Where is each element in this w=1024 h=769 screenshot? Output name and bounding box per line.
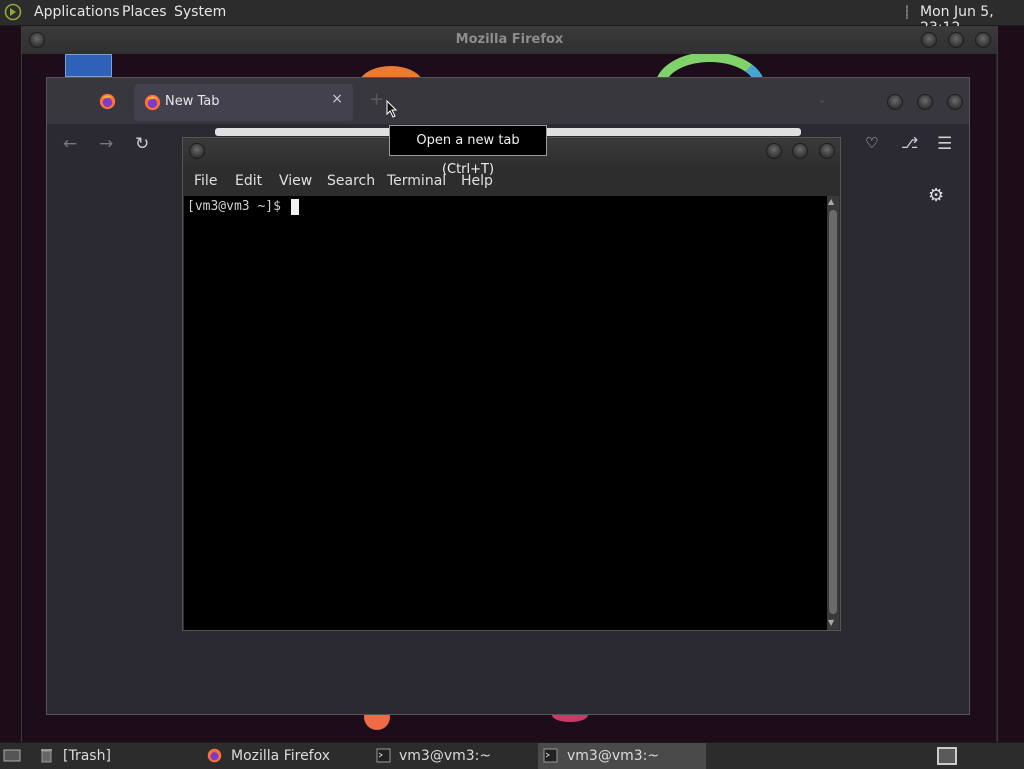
panel-separator bbox=[906, 5, 908, 19]
window-title[interactable]: Mozilla Firefox bbox=[22, 26, 997, 54]
show-desktop-button[interactable] bbox=[0, 743, 24, 769]
mouse-pointer-icon bbox=[386, 100, 398, 118]
minimize-button[interactable] bbox=[887, 94, 903, 110]
menu-logo-icon[interactable] bbox=[4, 3, 24, 21]
minimize-button[interactable] bbox=[921, 32, 937, 48]
workspace-switcher[interactable] bbox=[937, 747, 957, 765]
close-button[interactable] bbox=[975, 32, 991, 48]
scroll-down-icon[interactable]: ▼ bbox=[828, 618, 834, 627]
maximize-button[interactable] bbox=[792, 143, 808, 159]
taskbar-label: vm3@vm3:~ bbox=[567, 748, 660, 764]
extensions-icon[interactable]: ⎇ bbox=[901, 134, 918, 152]
terminal-icon bbox=[376, 748, 391, 763]
tab-new-tab[interactable]: New Tab × bbox=[134, 84, 353, 121]
menu-view[interactable]: View bbox=[279, 173, 312, 189]
desktop-icon[interactable] bbox=[65, 54, 112, 77]
terminal-window[interactable]: File Edit View Search Terminal Help [vm3… bbox=[182, 137, 841, 631]
vertical-scrollbar[interactable]: ▲ ▼ bbox=[827, 196, 839, 630]
system-menu[interactable]: System bbox=[174, 4, 226, 20]
taskbar-item-trash[interactable]: [Trash] bbox=[34, 743, 184, 769]
desktop-icon bbox=[3, 749, 21, 762]
top-panel: Applications Places System Mon Jun 5, 23… bbox=[0, 0, 1024, 36]
shell-prompt: [vm3@vm3 ~]$ bbox=[187, 199, 281, 214]
scrollbar-thumb[interactable] bbox=[829, 210, 837, 614]
taskbar-item-terminal[interactable]: vm3@vm3:~ bbox=[370, 743, 530, 769]
taskbar-label: [Trash] bbox=[63, 748, 111, 764]
new-tab-tooltip: Open a new tab (Ctrl+T) bbox=[389, 125, 547, 177]
close-tab-icon[interactable]: × bbox=[331, 91, 343, 107]
maximize-button[interactable] bbox=[948, 32, 964, 48]
firefox-icon bbox=[144, 94, 161, 111]
tab-title: New Tab bbox=[165, 94, 220, 109]
close-button[interactable] bbox=[819, 143, 835, 159]
tab-bar: New Tab × + ⌄ bbox=[47, 78, 969, 124]
list-tabs-icon[interactable]: ⌄ bbox=[817, 92, 827, 106]
taskbar-label: vm3@vm3:~ bbox=[399, 748, 492, 764]
new-tab-button[interactable]: + bbox=[369, 89, 384, 110]
bottom-panel: [Trash] Mozilla Firefox vm3@vm3:~ vm3@vm… bbox=[0, 742, 1024, 769]
taskbar-label: Mozilla Firefox bbox=[231, 748, 331, 764]
maximize-button[interactable] bbox=[917, 94, 933, 110]
close-button[interactable] bbox=[947, 94, 963, 110]
firefox-icon bbox=[207, 748, 222, 763]
text-cursor bbox=[291, 199, 299, 215]
terminal-menubar: File Edit View Search Terminal Help bbox=[183, 166, 840, 196]
pocket-icon[interactable]: ♡ bbox=[865, 134, 878, 152]
places-menu[interactable]: Places bbox=[122, 4, 167, 20]
window-menu-button[interactable] bbox=[29, 32, 45, 48]
terminal-screen[interactable]: [vm3@vm3 ~]$ bbox=[184, 196, 827, 630]
firefox-icon[interactable] bbox=[99, 93, 116, 110]
trash-icon bbox=[41, 749, 52, 763]
menu-edit[interactable]: Edit bbox=[235, 173, 262, 189]
reload-icon[interactable]: ↻ bbox=[135, 134, 149, 154]
back-icon[interactable]: ← bbox=[63, 134, 77, 154]
taskbar-item-terminal-active[interactable]: vm3@vm3:~ bbox=[538, 743, 706, 769]
forward-icon[interactable]: → bbox=[99, 134, 113, 154]
menu-icon[interactable]: ☰ bbox=[937, 134, 952, 154]
menu-terminal[interactable]: Terminal bbox=[387, 173, 446, 189]
terminal-icon bbox=[543, 748, 558, 763]
gear-icon[interactable]: ⚙ bbox=[928, 185, 944, 206]
applications-menu[interactable]: Applications bbox=[34, 4, 120, 20]
menu-search[interactable]: Search bbox=[327, 173, 375, 189]
window-menu-button[interactable] bbox=[189, 143, 205, 159]
taskbar-item-firefox[interactable]: Mozilla Firefox bbox=[200, 743, 360, 769]
minimize-button[interactable] bbox=[766, 143, 782, 159]
menu-file[interactable]: File bbox=[194, 173, 217, 189]
scroll-up-icon[interactable]: ▲ bbox=[828, 197, 834, 206]
